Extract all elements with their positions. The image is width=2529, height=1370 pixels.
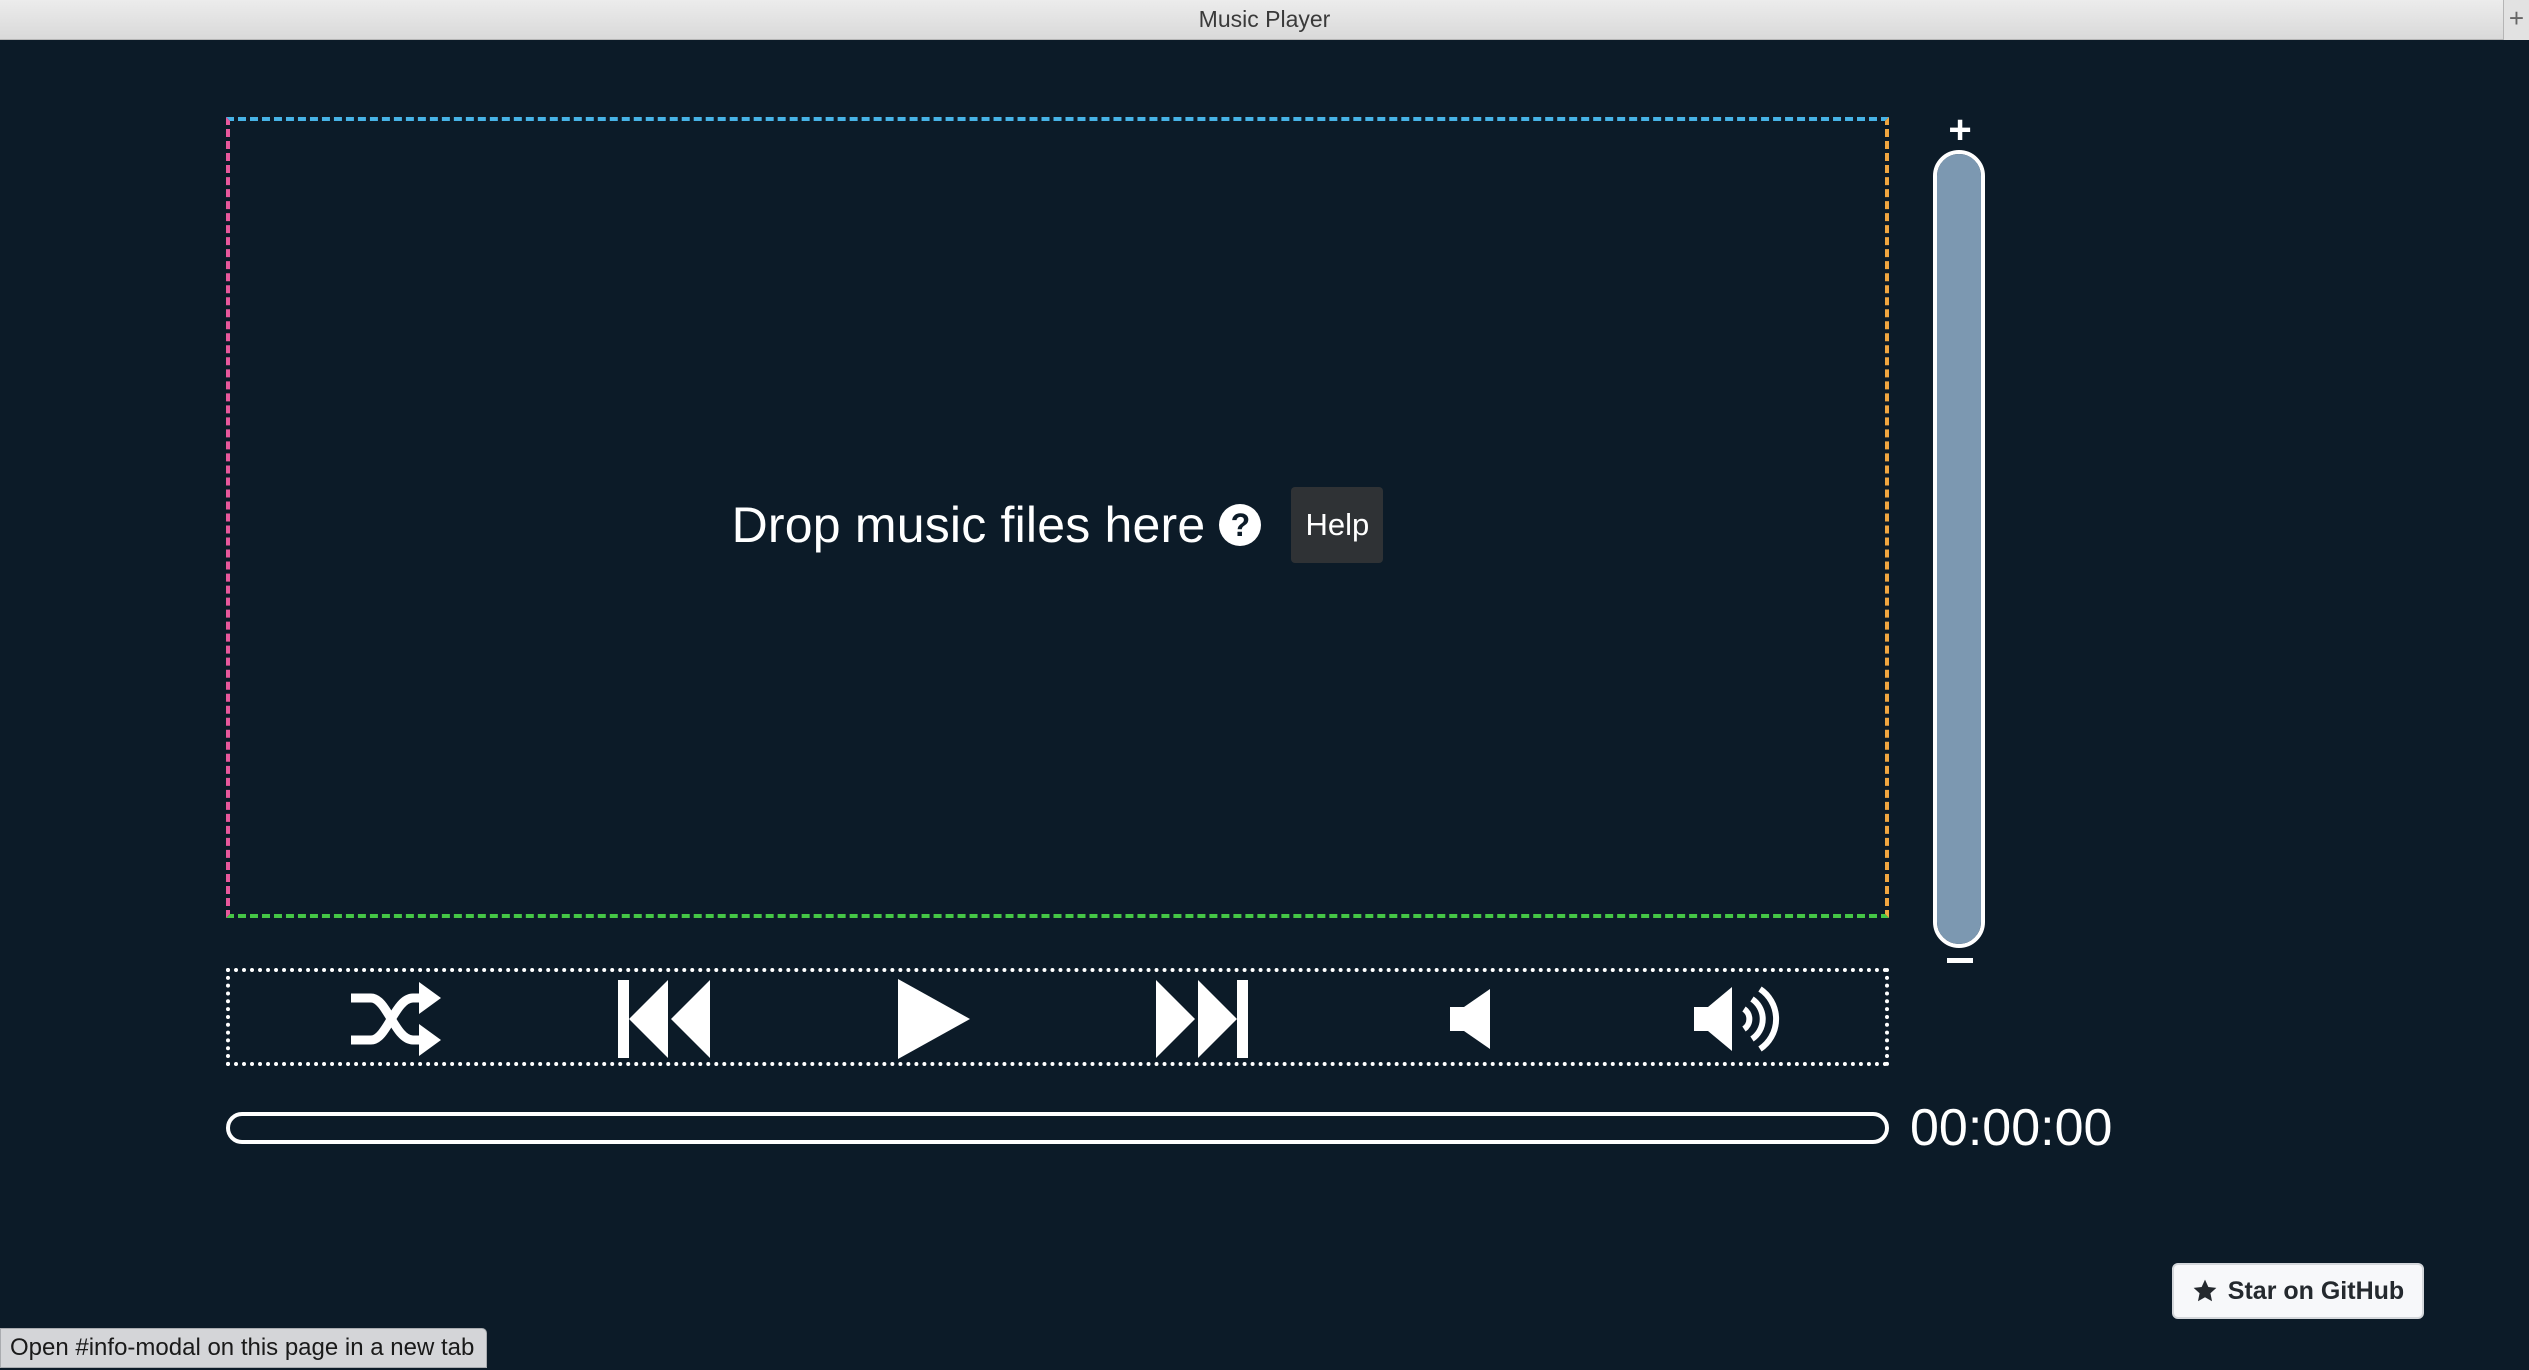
star-icon — [2193, 1279, 2217, 1302]
volume-slider-fill — [1937, 154, 1981, 944]
elapsed-time: 00:00:00 — [1910, 1099, 2113, 1157]
volume-minus-icon[interactable] — [1947, 958, 1973, 963]
volume-plus-icon[interactable]: + — [1942, 110, 1978, 150]
drop-zone-message: Drop music files here ? Help — [230, 486, 1885, 564]
skip-forward-icon — [1156, 980, 1248, 1058]
help-button[interactable]: Help — [1291, 487, 1384, 563]
skip-back-icon — [618, 980, 710, 1058]
question-circle-icon[interactable]: ? — [1219, 504, 1262, 546]
drop-zone[interactable]: Drop music files here ? Help — [226, 117, 1889, 918]
play-icon — [898, 979, 970, 1059]
volume-up-button[interactable] — [1690, 984, 1790, 1054]
next-button[interactable] — [1152, 980, 1252, 1058]
window-title: Music Player — [1198, 6, 1331, 32]
shuffle-button[interactable] — [345, 982, 445, 1056]
volume-down-button[interactable] — [1421, 984, 1521, 1054]
star-on-github-button[interactable]: Star on GitHub — [2172, 1263, 2424, 1319]
previous-button[interactable] — [614, 980, 714, 1058]
volume-high-icon — [1694, 986, 1780, 1052]
drop-zone-text: Drop music files here — [731, 497, 1206, 553]
progress-bar[interactable] — [226, 1112, 1889, 1144]
playback-controls — [226, 968, 1889, 1066]
link-status-bar: Open #info-modal on this page in a new t… — [0, 1328, 488, 1368]
volume-low-icon — [1450, 989, 1490, 1049]
volume-slider[interactable] — [1933, 150, 1985, 948]
play-button[interactable] — [884, 979, 984, 1059]
window-titlebar: Music Player + — [0, 0, 2529, 40]
new-tab-button[interactable]: + — [2503, 0, 2529, 40]
shuffle-icon — [351, 982, 441, 1056]
star-on-github-label: Star on GitHub — [2227, 1276, 2405, 1305]
